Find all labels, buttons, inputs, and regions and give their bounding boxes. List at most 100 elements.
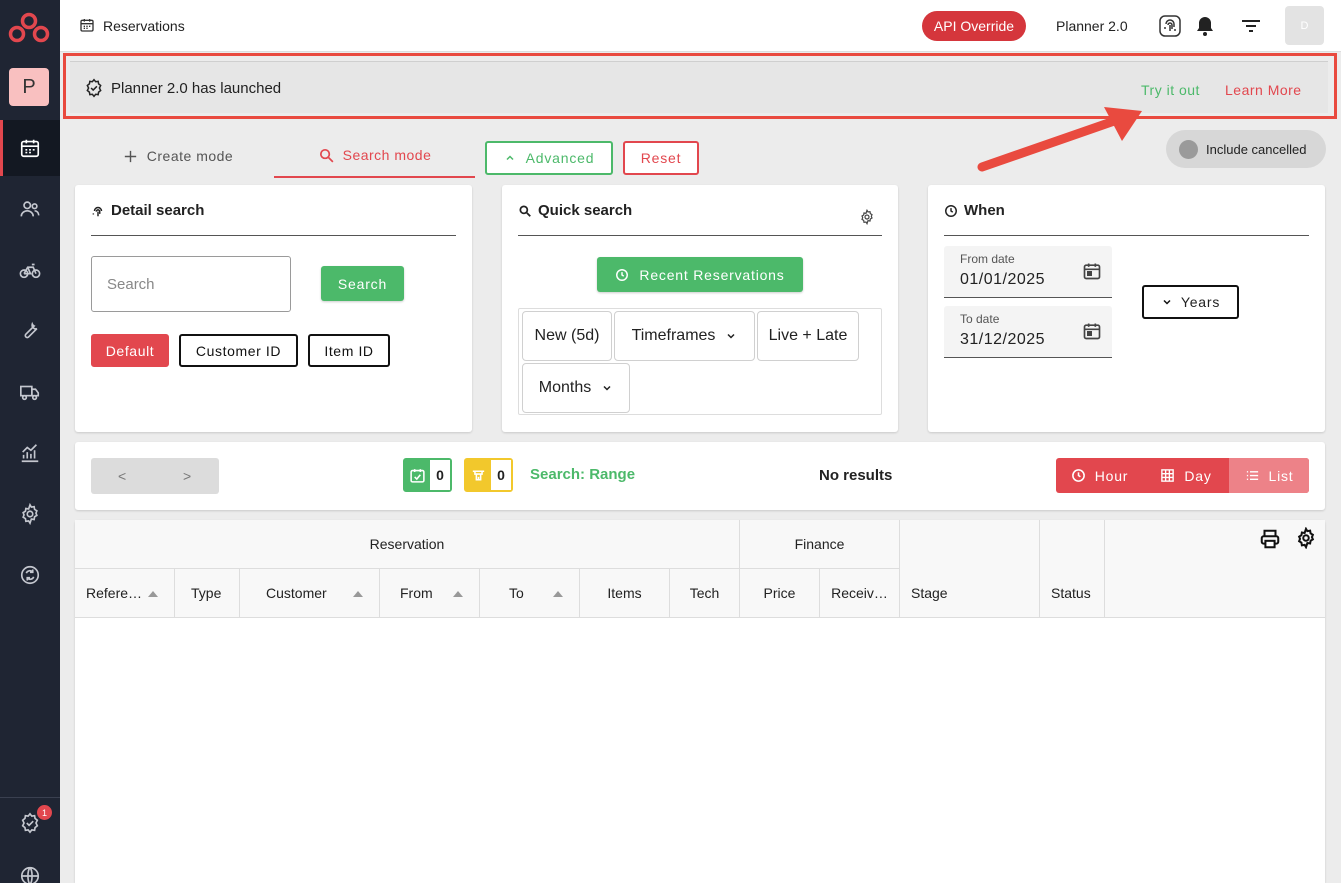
fingerprint-icon (92, 206, 103, 217)
search-icon (319, 148, 334, 162)
sidebar-item-logistics[interactable] (0, 364, 60, 420)
years-label: Years (1180, 294, 1221, 310)
from-label: From (400, 585, 433, 601)
column-header-type[interactable]: Type (175, 569, 240, 618)
years-button[interactable]: Years (1142, 285, 1239, 319)
clock-icon (1071, 469, 1085, 482)
column-header-from[interactable]: From (380, 569, 480, 618)
column-header-stage[interactable]: Stage (900, 520, 1040, 618)
sort-asc-icon[interactable] (353, 591, 363, 597)
sort-asc-icon[interactable] (453, 591, 463, 597)
sidebar-item-tasks[interactable] (0, 795, 60, 851)
app-logo-icon[interactable] (8, 12, 50, 44)
table-actions-header (1105, 520, 1325, 618)
pending-count-badge[interactable]: 0 (464, 458, 513, 492)
sidebar-item-sync[interactable] (0, 547, 60, 603)
print-icon[interactable] (1259, 528, 1281, 550)
bike-icon (19, 263, 41, 279)
clock-icon (945, 205, 957, 217)
column-header-items[interactable]: Items (580, 569, 670, 618)
next-page-button[interactable]: > (183, 468, 191, 484)
from-date-field[interactable]: From date 01/01/2025 (944, 246, 1112, 298)
filter-icon[interactable] (1239, 14, 1263, 38)
fingerprint-icon[interactable] (1158, 14, 1182, 38)
chip-new-5d[interactable]: New (5d) (522, 311, 612, 361)
sidebar: P 1 (0, 0, 60, 883)
planner-version-link[interactable]: Planner 2.0 (1056, 18, 1128, 34)
column-header-reference[interactable]: Refere… (75, 569, 175, 618)
view-hour-button[interactable]: Hour (1056, 458, 1143, 493)
when-card: When From date 01/01/2025 To date 31/12/… (928, 185, 1325, 432)
chip-timeframes[interactable]: Timeframes (614, 311, 755, 361)
view-day-button[interactable]: Day (1143, 458, 1229, 493)
sidebar-item-reports[interactable] (0, 425, 60, 481)
pending-count: 0 (491, 460, 511, 490)
search-button[interactable]: Search (321, 266, 404, 301)
detail-search-input[interactable]: Search (91, 256, 291, 312)
reference-label: Refere… (86, 585, 143, 601)
chip-default[interactable]: Default (91, 334, 169, 367)
column-header-to[interactable]: To (480, 569, 580, 618)
sidebar-item-reservations[interactable] (0, 120, 60, 176)
calendar-icon (20, 139, 40, 158)
reservations-table: Reservation Finance Stage Status Refere…… (75, 520, 1325, 883)
gear-icon[interactable] (1295, 527, 1317, 549)
api-override-button[interactable]: API Override (922, 11, 1026, 41)
toggle-knob (1179, 140, 1198, 159)
sidebar-item-maintenance[interactable] (0, 303, 60, 359)
tab-search-mode[interactable]: Search mode (274, 134, 475, 178)
sidebar-item-customers[interactable] (0, 181, 60, 237)
to-date-label: To date (960, 312, 1000, 326)
wrench-icon (24, 321, 38, 339)
column-header-customer[interactable]: Customer (240, 569, 380, 618)
quick-search-title: Quick search (538, 202, 633, 219)
sync-icon (20, 565, 40, 585)
annotation-arrow-icon (977, 107, 1142, 172)
sidebar-item-items[interactable] (0, 242, 60, 298)
status-label: Status (1051, 584, 1091, 601)
column-header-tech[interactable]: Tech (670, 569, 740, 618)
gear-icon[interactable] (859, 209, 875, 225)
advanced-button[interactable]: Advanced (485, 141, 613, 175)
globe-icon (20, 866, 40, 883)
bell-icon[interactable] (1193, 14, 1217, 38)
sidebar-item-language[interactable] (0, 848, 60, 883)
org-badge[interactable]: P (9, 68, 49, 106)
detail-search-title: Detail search (111, 202, 205, 219)
chevron-down-icon (1163, 299, 1171, 305)
to-label: To (509, 585, 524, 601)
avatar[interactable]: D (1285, 6, 1324, 45)
clock-icon (616, 268, 629, 281)
sort-asc-icon[interactable] (553, 591, 563, 597)
type-label: Type (191, 585, 222, 601)
calendar-icon[interactable] (1082, 261, 1102, 281)
page-title: Reservations (103, 18, 185, 34)
calendar-icon[interactable] (1082, 321, 1102, 341)
reset-button[interactable]: Reset (623, 141, 699, 175)
prev-page-button[interactable]: < (118, 468, 126, 484)
chip-customer-id[interactable]: Customer ID (179, 334, 298, 367)
tab-search-label: Search mode (342, 147, 432, 163)
include-cancelled-label: Include cancelled (1206, 141, 1307, 157)
chip-item-id[interactable]: Item ID (308, 334, 390, 367)
view-switcher: Hour Day List (1056, 458, 1309, 493)
sidebar-item-settings[interactable] (0, 486, 60, 542)
detail-search-card: Detail search Search Search Default Cust… (75, 185, 472, 432)
view-list-button[interactable]: List (1229, 458, 1309, 493)
sort-asc-icon[interactable] (148, 591, 158, 597)
include-cancelled-toggle[interactable]: Include cancelled (1166, 130, 1326, 168)
notification-badge: 1 (37, 805, 52, 820)
column-header-price[interactable]: Price (740, 569, 820, 618)
column-header-received[interactable]: Receiv… (820, 569, 900, 618)
to-date-field[interactable]: To date 31/12/2025 (944, 306, 1112, 358)
chip-live-late[interactable]: Live + Late (757, 311, 859, 361)
chip-months[interactable]: Months (522, 363, 630, 413)
months-label: Months (538, 379, 592, 396)
recent-reservations-button[interactable]: Recent Reservations (597, 257, 803, 292)
when-title: When (964, 202, 1005, 219)
confirmed-count-badge[interactable]: 0 (403, 458, 452, 492)
column-header-status[interactable]: Status (1040, 520, 1105, 618)
calendar-icon (80, 19, 94, 32)
view-list-label: List (1268, 467, 1294, 484)
tab-create-mode[interactable]: Create mode (100, 134, 255, 178)
